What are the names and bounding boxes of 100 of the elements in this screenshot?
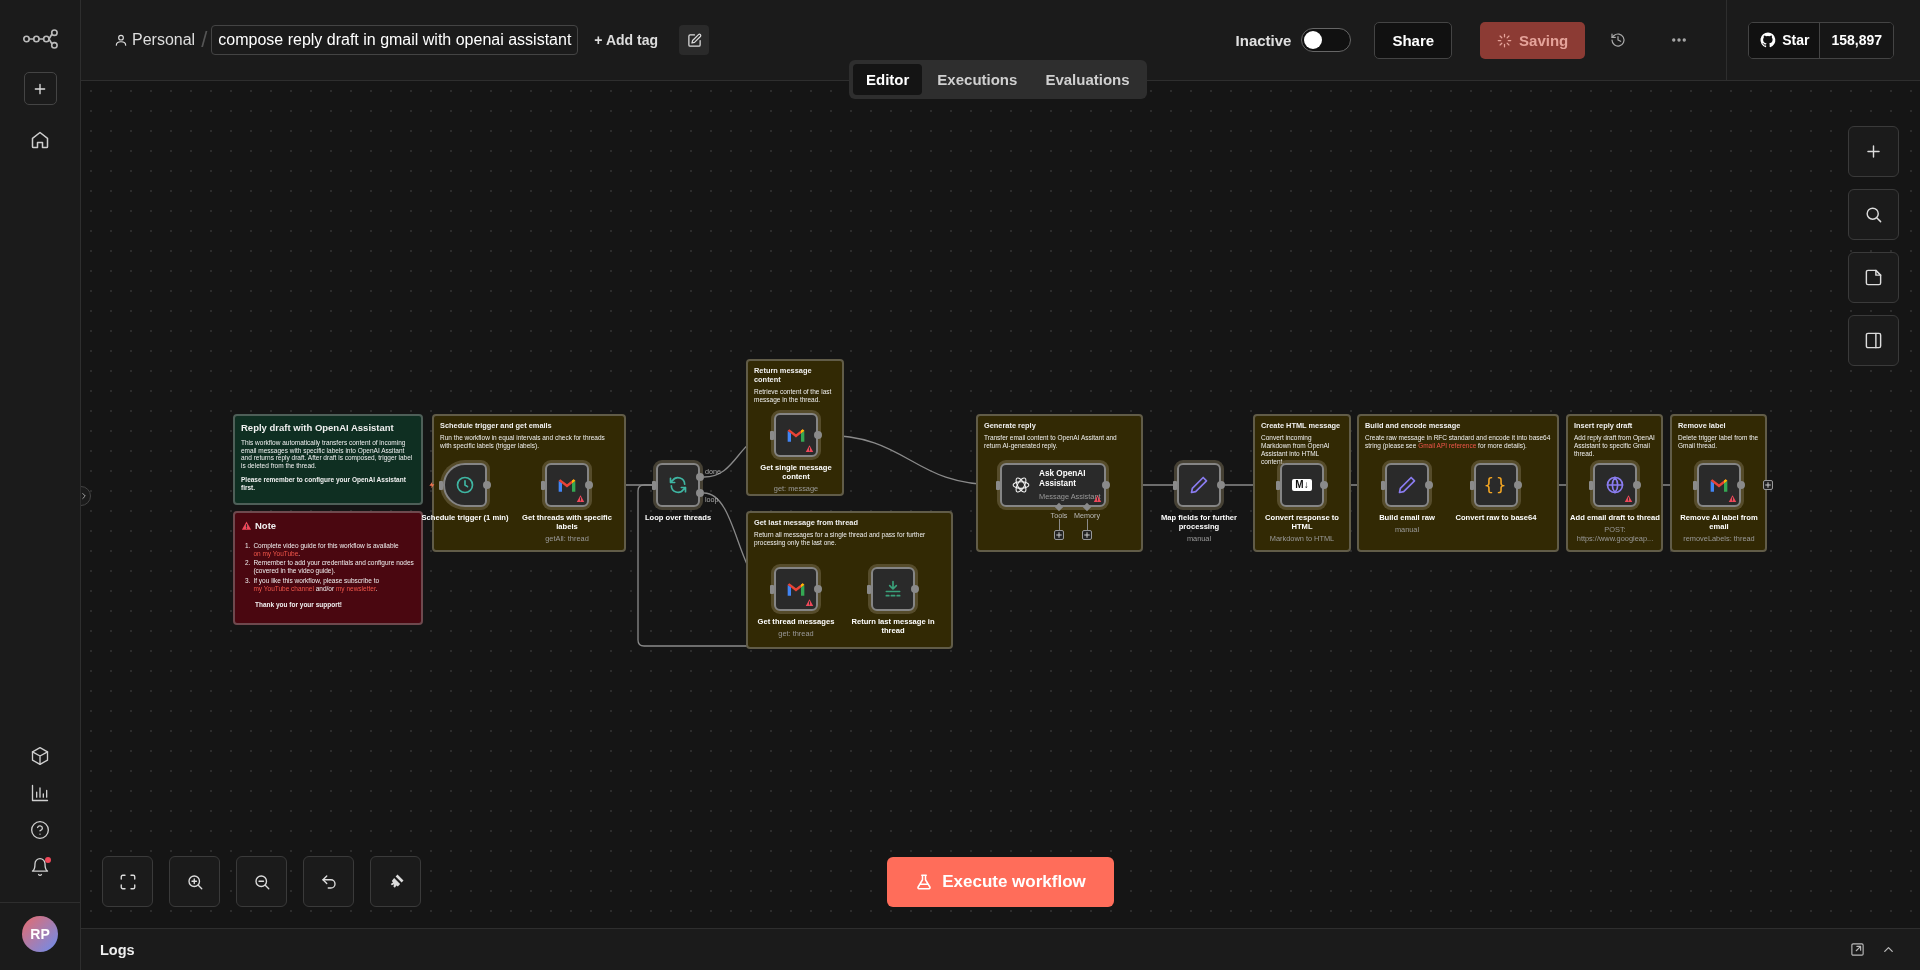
output-handle[interactable] xyxy=(1320,481,1328,489)
breadcrumb-separator: / xyxy=(201,27,208,53)
output-handle[interactable] xyxy=(814,585,822,593)
history-icon[interactable] xyxy=(1610,32,1627,48)
workflow-node[interactable] xyxy=(1697,463,1741,507)
input-handle[interactable] xyxy=(439,480,443,490)
workflow-node[interactable] xyxy=(1385,463,1429,507)
node-label: Ask OpenAI Assistant xyxy=(1039,469,1087,489)
workflow-node[interactable]: {} xyxy=(1474,463,1518,507)
fullscreen-icon xyxy=(118,872,137,891)
person-icon xyxy=(114,33,128,47)
fit-view-button[interactable] xyxy=(102,856,153,907)
plus-icon xyxy=(1864,142,1883,161)
input-handle[interactable] xyxy=(1276,480,1280,490)
note-title: Reply draft with OpenAI Assistant xyxy=(241,422,395,434)
search-button[interactable] xyxy=(1848,189,1899,240)
workflow-node[interactable] xyxy=(871,567,915,611)
connector-handle[interactable] xyxy=(1054,502,1064,512)
input-handle[interactable] xyxy=(1589,480,1593,490)
output-handle[interactable] xyxy=(814,431,822,439)
view-tab[interactable]: Evaluations xyxy=(1032,64,1143,95)
workflow-name-field[interactable]: compose reply draft in gmail with openai assistant xyxy=(211,25,579,55)
workflow-node[interactable] xyxy=(774,567,818,611)
chevron-right-icon xyxy=(81,491,89,501)
chart-icon[interactable] xyxy=(30,783,50,803)
output-handle[interactable] xyxy=(1425,481,1433,489)
cat-logo-icon xyxy=(1759,31,1778,49)
bell-icon[interactable] xyxy=(30,857,50,877)
output-handle[interactable] xyxy=(1737,481,1745,489)
pencil-icon xyxy=(1189,475,1209,495)
input-handle[interactable] xyxy=(1381,480,1385,490)
arrow-down-icon xyxy=(883,579,903,599)
input-handle[interactable] xyxy=(1470,480,1474,490)
refresh-icon xyxy=(668,475,688,495)
star-count: 158,897 xyxy=(1820,22,1893,58)
input-handle[interactable] xyxy=(1693,480,1697,490)
edit-icon xyxy=(686,32,702,48)
panel-icon xyxy=(1864,331,1883,350)
add-button[interactable] xyxy=(23,72,57,105)
add-node-button[interactable] xyxy=(1763,480,1773,490)
add-tag-button[interactable]: + Add tag xyxy=(594,32,658,48)
add-node-button[interactable] xyxy=(1054,530,1064,540)
panel-button[interactable] xyxy=(1848,315,1899,366)
input-handle[interactable] xyxy=(867,584,871,594)
input-handle[interactable] xyxy=(770,430,774,440)
output-handle[interactable] xyxy=(483,481,491,489)
help-icon[interactable] xyxy=(30,820,50,840)
plus-icon xyxy=(1764,481,1772,489)
clock-icon xyxy=(455,475,475,495)
markdown-badge: M↓ xyxy=(1292,479,1312,491)
logs-title: Logs xyxy=(100,941,135,958)
tidy-up-button[interactable] xyxy=(370,856,421,907)
flask-icon xyxy=(915,873,934,891)
save-button[interactable]: Saving xyxy=(1480,21,1586,59)
edit-description-button[interactable] xyxy=(679,25,709,55)
input-handle[interactable] xyxy=(652,480,656,490)
undo-button[interactable] xyxy=(303,856,354,907)
input-handle[interactable] xyxy=(996,480,1000,490)
add-note-button[interactable] xyxy=(1848,252,1899,303)
connector-handle[interactable] xyxy=(1082,502,1092,512)
workflow-node[interactable] xyxy=(545,463,589,507)
globe-icon xyxy=(1605,475,1625,495)
workflow-node[interactable]: M↓ xyxy=(1280,463,1324,507)
note-icon xyxy=(1864,268,1883,287)
input-handle[interactable] xyxy=(770,584,774,594)
workflow-node[interactable] xyxy=(656,463,700,507)
star-button[interactable]: Star xyxy=(1749,22,1821,58)
zoom-out-button[interactable] xyxy=(236,856,287,907)
output-handle[interactable] xyxy=(1633,481,1641,489)
zoom-in-button[interactable] xyxy=(169,856,220,907)
input-handle[interactable] xyxy=(541,480,545,490)
pop-out-icon[interactable] xyxy=(1850,942,1865,957)
knot-icon xyxy=(1011,475,1031,495)
zoom-in-icon xyxy=(185,872,204,891)
workflow-node[interactable] xyxy=(774,413,818,457)
view-tab[interactable]: Executions xyxy=(924,64,1031,95)
pencil-icon xyxy=(1397,475,1417,495)
output-handle[interactable] xyxy=(1102,481,1110,489)
project-link[interactable]: Personal xyxy=(132,31,196,49)
note-title: Note xyxy=(255,520,277,532)
output-handle[interactable] xyxy=(585,481,593,489)
search-icon xyxy=(1864,205,1883,224)
warning-icon xyxy=(241,520,252,532)
workflow-node[interactable] xyxy=(1177,463,1221,507)
input-handle[interactable] xyxy=(1173,480,1177,490)
undo-icon xyxy=(319,872,338,891)
logo-icon xyxy=(22,27,58,51)
plus-icon xyxy=(1083,531,1091,539)
view-tab[interactable]: Editor xyxy=(853,64,923,95)
output-handle[interactable] xyxy=(1217,481,1225,489)
add-node-button[interactable] xyxy=(1082,530,1092,540)
cube-icon[interactable] xyxy=(30,746,50,766)
output-handle[interactable] xyxy=(911,585,919,593)
home-icon[interactable] xyxy=(30,130,50,150)
share-button[interactable]: Share xyxy=(1374,21,1453,59)
active-toggle[interactable] xyxy=(1301,28,1352,52)
spinner-icon xyxy=(1497,32,1513,48)
workflow-node[interactable] xyxy=(1593,463,1637,507)
bolt-icon xyxy=(428,481,436,489)
output-handle[interactable] xyxy=(1514,481,1522,489)
